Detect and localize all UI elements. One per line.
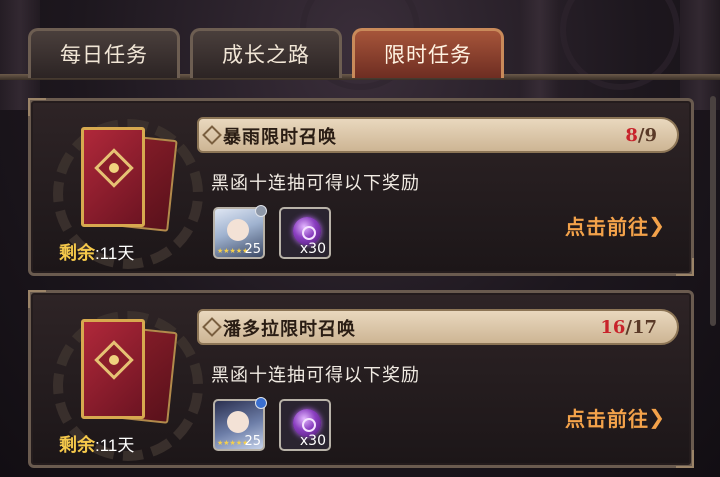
remaining-value: :11天 [95, 436, 135, 455]
progress-current: 8 [625, 125, 638, 146]
reward-quantity: x30 [299, 433, 326, 449]
tab-bar: 每日任务 成长之路 限时任务 [0, 0, 720, 86]
chevron-right-icon[interactable]: ❯ [648, 213, 665, 237]
goto-button[interactable]: 点击前往 [565, 403, 649, 432]
element-badge-icon [255, 397, 267, 409]
remaining-label: 剩余 [59, 243, 95, 263]
progress-total: /9 [637, 125, 657, 146]
goto-button[interactable]: 点击前往 [565, 211, 649, 240]
diamond-icon [202, 317, 222, 337]
summon-card-icon [81, 127, 145, 227]
reward-orb[interactable]: x30 [279, 207, 331, 259]
progress-total: /17 [625, 317, 657, 338]
reward-quantity: x30 [299, 241, 326, 257]
quest-progress: 8/9 [625, 125, 657, 146]
remaining-time: 剩余:11天 [59, 239, 134, 265]
progress-current: 16 [600, 317, 626, 338]
quest-description: 黑函十连抽可得以下奖励 [211, 365, 420, 386]
diamond-icon [202, 125, 222, 145]
tab-daily-tasks[interactable]: 每日任务 [28, 28, 180, 78]
quest-title-bar: 暴雨限时召唤 8/9 [197, 117, 679, 153]
quest-progress: 16/17 [600, 317, 657, 338]
hero-level: 25 [244, 242, 261, 257]
reward-hero[interactable]: ★★★★★ 25 [213, 397, 267, 451]
reward-orb[interactable]: x30 [279, 399, 331, 451]
element-badge-icon [255, 205, 267, 217]
quest-title-bar: 潘多拉限时召唤 16/17 [197, 309, 679, 345]
tab-limited-tasks[interactable]: 限时任务 [352, 28, 504, 78]
summon-card-icon [81, 319, 145, 419]
quest-card: 剩余:11天 潘多拉限时召唤 16/17 黑函十连抽可得以下奖励 ★★★★★ 2… [28, 290, 694, 468]
hero-portrait [227, 219, 249, 241]
quest-title: 潘多拉限时召唤 [223, 319, 356, 340]
tab-growth-path[interactable]: 成长之路 [190, 28, 342, 78]
quest-card: 剩余:11天 暴雨限时召唤 8/9 黑函十连抽可得以下奖励 ★★★★★ 25 x… [28, 98, 694, 276]
hero-portrait [227, 411, 249, 433]
quest-title: 暴雨限时召唤 [223, 127, 337, 148]
chevron-right-icon[interactable]: ❯ [648, 405, 665, 429]
remaining-value: :11天 [95, 244, 135, 263]
hero-level: 25 [244, 434, 261, 449]
remaining-time: 剩余:11天 [59, 431, 134, 457]
scrollbar[interactable] [710, 96, 716, 326]
reward-hero[interactable]: ★★★★★ 25 [213, 205, 267, 259]
quest-description: 黑函十连抽可得以下奖励 [211, 173, 420, 194]
remaining-label: 剩余 [59, 435, 95, 455]
